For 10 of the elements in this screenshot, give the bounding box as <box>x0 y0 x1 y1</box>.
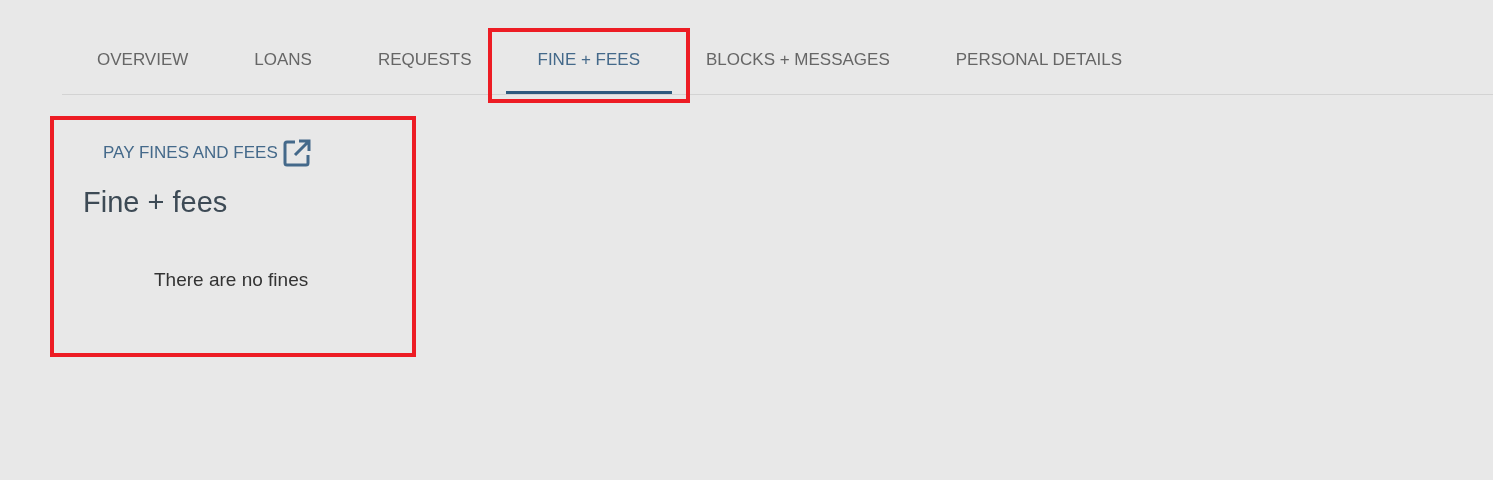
tab[interactable]: PERSONAL DETAILS <box>923 42 1155 94</box>
tab[interactable]: LOANS <box>222 42 344 94</box>
tab[interactable]: REQUESTS <box>345 42 504 94</box>
empty-message: There are no fines <box>154 269 310 291</box>
external-link-icon <box>281 138 312 168</box>
tab[interactable]: OVERVIEW <box>65 42 221 94</box>
section-heading: Fine + fees <box>83 186 229 219</box>
pay-fines-link[interactable]: PAY FINES AND FEES <box>103 138 312 168</box>
tab[interactable]: FINE + FEES <box>505 42 672 94</box>
tab[interactable]: BLOCKS + MESSAGES <box>674 42 922 94</box>
